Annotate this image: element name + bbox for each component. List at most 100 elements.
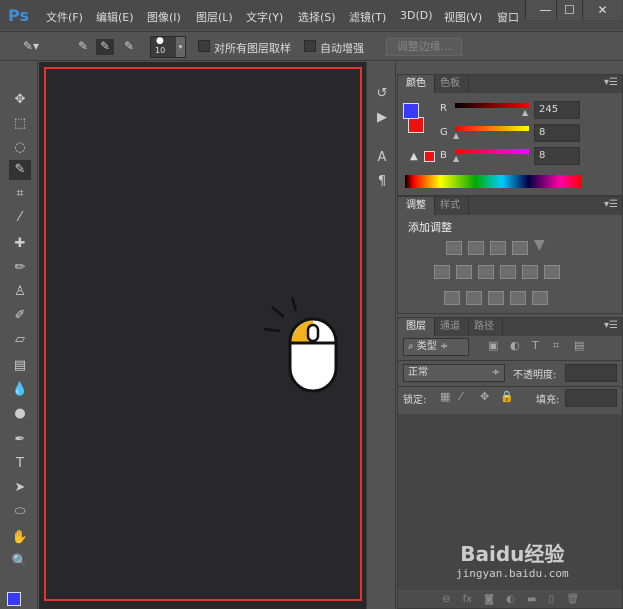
b-slider-handle[interactable]: ▲	[453, 154, 459, 163]
quick-select-preset-icon[interactable]: ✎▾	[22, 39, 40, 55]
menu-edit[interactable]: 编辑(E)	[96, 9, 134, 25]
black-white-icon[interactable]	[478, 265, 494, 279]
brightness-contrast-icon[interactable]	[446, 241, 462, 255]
menu-image[interactable]: 图像(I)	[147, 9, 181, 25]
g-slider[interactable]	[455, 126, 529, 131]
r-slider[interactable]	[455, 103, 529, 108]
link-layers-icon[interactable]: ⊖	[442, 594, 450, 605]
shape-layer-filter-icon[interactable]: ⌗	[553, 339, 559, 353]
auto-enhance-checkbox[interactable]	[304, 40, 316, 52]
threshold-icon[interactable]	[488, 291, 504, 305]
panel-menu-icon[interactable]: ▾☰	[604, 199, 618, 210]
posterize-icon[interactable]	[466, 291, 482, 305]
tab-layers[interactable]: 图层	[398, 318, 435, 336]
vibrance-icon[interactable]: ▼	[534, 237, 545, 253]
exposure-icon[interactable]	[512, 241, 528, 255]
delete-layer-icon[interactable]: 🗑	[566, 594, 579, 605]
close-button[interactable]: ✕	[582, 0, 622, 20]
move-tool-icon[interactable]: ✥	[9, 90, 31, 110]
eraser-tool-icon[interactable]: ▱	[9, 330, 31, 350]
menu-layer[interactable]: 图层(L)	[196, 9, 233, 25]
actions-panel-icon[interactable]: ▶	[373, 110, 391, 128]
gradient-map-icon[interactable]	[532, 291, 548, 305]
type-layer-filter-icon[interactable]: T	[532, 339, 539, 352]
tab-adjustments[interactable]: 调整	[398, 197, 435, 215]
lock-position-icon[interactable]: ✥	[480, 390, 489, 403]
lock-image-icon[interactable]: ⁄	[460, 390, 462, 403]
menu-file[interactable]: 文件(F)	[46, 9, 83, 25]
new-layer-icon[interactable]: ▯	[549, 594, 555, 605]
foreground-color-swatch[interactable]	[403, 103, 419, 119]
tab-paths[interactable]: 路径	[466, 318, 503, 336]
panel-menu-icon[interactable]: ▾☰	[604, 77, 618, 88]
photo-filter-icon[interactable]	[500, 265, 516, 279]
pixel-layer-filter-icon[interactable]: ▣	[488, 339, 498, 352]
color-balance-icon[interactable]	[456, 265, 472, 279]
g-slider-handle[interactable]: ▲	[453, 131, 459, 140]
gamut-warning-icon[interactable]: ▲	[410, 151, 418, 162]
type-tool-icon[interactable]: T	[9, 454, 31, 474]
lock-transparent-icon[interactable]: ▦	[440, 390, 450, 403]
layer-filter-select[interactable]: ⌕ 类型 ÷	[403, 338, 469, 356]
menu-filter[interactable]: 滤镜(T)	[349, 9, 386, 25]
sample-all-layers-checkbox[interactable]	[198, 40, 210, 52]
history-panel-icon[interactable]: ↺	[373, 86, 391, 104]
channel-mixer-icon[interactable]	[522, 265, 538, 279]
b-value-input[interactable]: 8	[534, 147, 580, 165]
hue-saturation-icon[interactable]	[434, 265, 450, 279]
chevron-down-icon[interactable]: ▾	[176, 37, 185, 57]
foreground-color-swatch[interactable]	[7, 592, 21, 606]
menu-view[interactable]: 视图(V)	[444, 9, 482, 25]
fill-input[interactable]	[565, 389, 617, 407]
menu-window[interactable]: 窗口	[497, 9, 519, 25]
document-canvas[interactable]	[44, 67, 362, 601]
menu-3d[interactable]: 3D(D)	[400, 9, 433, 22]
menu-select[interactable]: 选择(S)	[298, 9, 336, 25]
path-selection-tool-icon[interactable]: ➤	[9, 478, 31, 498]
new-selection-icon[interactable]: ✎	[74, 39, 92, 55]
quick-selection-tool-icon[interactable]: ✎	[9, 160, 31, 180]
fx-icon[interactable]: fx	[463, 594, 472, 605]
new-adjustment-icon[interactable]: ◐	[506, 594, 515, 605]
brush-tool-icon[interactable]: ✏	[9, 258, 31, 278]
marquee-tool-icon[interactable]: ⬚	[9, 114, 31, 134]
blend-mode-select[interactable]: 正常 ÷	[403, 364, 505, 382]
dodge-tool-icon[interactable]: ●	[9, 404, 31, 424]
opacity-input[interactable]	[565, 364, 617, 382]
pen-tool-icon[interactable]: ✒	[9, 430, 31, 450]
levels-icon[interactable]	[468, 241, 484, 255]
tab-color[interactable]: 颜色	[398, 75, 435, 93]
tab-channels[interactable]: 通道	[432, 318, 469, 336]
tab-styles[interactable]: 样式	[432, 197, 469, 215]
curves-icon[interactable]	[490, 241, 506, 255]
tab-swatches[interactable]: 色板	[432, 75, 469, 93]
add-to-selection-icon[interactable]: ✎	[96, 39, 114, 55]
hand-tool-icon[interactable]: ✋	[9, 528, 31, 548]
b-slider[interactable]	[455, 149, 529, 154]
refine-edge-button[interactable]: 调整边缘...	[386, 38, 462, 56]
panel-menu-icon[interactable]: ▾☰	[604, 320, 618, 331]
menu-type[interactable]: 文字(Y)	[246, 9, 283, 25]
brush-size-picker[interactable]: ● 10 ▾	[150, 36, 186, 58]
new-group-icon[interactable]: ▬	[527, 594, 536, 605]
ellipse-tool-icon[interactable]: ⬭	[9, 502, 31, 522]
gamut-color-swatch[interactable]	[424, 151, 435, 162]
adjustment-layer-filter-icon[interactable]: ◐	[510, 339, 520, 352]
healing-brush-tool-icon[interactable]: ✚	[9, 234, 31, 254]
subtract-selection-icon[interactable]: ✎	[120, 39, 138, 55]
r-value-input[interactable]: 245	[534, 101, 580, 119]
background-color-swatch[interactable]	[408, 117, 424, 133]
add-mask-icon[interactable]: ◙	[484, 594, 494, 605]
crop-tool-icon[interactable]: ⌗	[9, 184, 31, 204]
blur-tool-icon[interactable]: 💧	[9, 380, 31, 400]
invert-icon[interactable]	[444, 291, 460, 305]
character-panel-icon[interactable]: A	[373, 150, 391, 168]
maximize-button[interactable]: ☐	[556, 0, 582, 20]
lock-all-icon[interactable]: 🔒	[500, 390, 514, 403]
zoom-tool-icon[interactable]: 🔍	[9, 552, 31, 572]
clone-stamp-tool-icon[interactable]: ♙	[9, 282, 31, 302]
history-brush-tool-icon[interactable]: ✐	[9, 306, 31, 326]
g-value-input[interactable]: 8	[534, 124, 580, 142]
lasso-tool-icon[interactable]: ◌	[9, 138, 31, 158]
eyedropper-tool-icon[interactable]: ⁄	[9, 208, 31, 228]
